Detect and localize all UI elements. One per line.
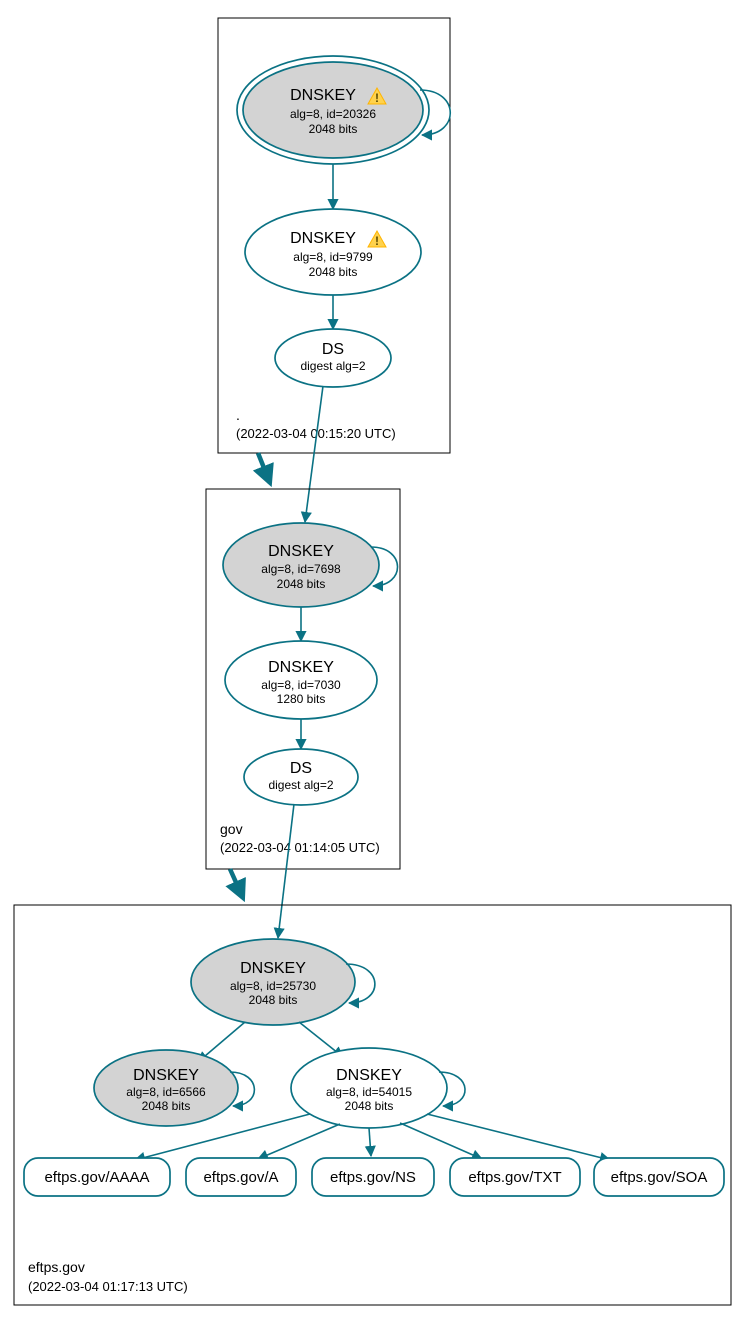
zone-eftps: eftps.gov (2022-03-04 01:17:13 UTC) DNSK… xyxy=(14,905,731,1305)
node-gov-zsk: DNSKEY alg=8, id=7030 1280 bits xyxy=(225,641,377,719)
gov-ds-alg: digest alg=2 xyxy=(268,778,333,792)
root-zsk-title: DNSKEY xyxy=(290,230,356,247)
root-ds-alg: digest alg=2 xyxy=(300,359,365,373)
edge-gov-to-eftps-delegation xyxy=(230,869,243,898)
zone-eftps-timestamp: (2022-03-04 01:17:13 UTC) xyxy=(28,1279,188,1294)
zone-gov-label: gov xyxy=(220,821,243,837)
rr-soa: eftps.gov/SOA xyxy=(594,1158,724,1196)
root-ksk-alg: alg=8, id=20326 xyxy=(290,107,376,121)
zone-gov: gov (2022-03-04 01:14:05 UTC) DNSKEY alg… xyxy=(206,489,400,869)
node-eftps-key-6566: DNSKEY alg=8, id=6566 2048 bits xyxy=(94,1050,238,1126)
gov-zsk-bits: 1280 bits xyxy=(277,692,326,706)
eftps-zsk-title: DNSKEY xyxy=(336,1067,402,1084)
svg-text:eftps.gov/TXT: eftps.gov/TXT xyxy=(468,1169,561,1186)
svg-text:eftps.gov/NS: eftps.gov/NS xyxy=(330,1169,416,1186)
zone-root: . (2022-03-04 00:15:20 UTC) DNSKEY ! alg… xyxy=(218,18,450,453)
eftps-6566-bits: 2048 bits xyxy=(142,1099,191,1113)
svg-text:DNSKEY: DNSKEY xyxy=(290,87,356,104)
rr-a: eftps.gov/A xyxy=(186,1158,296,1196)
svg-text:eftps.gov/AAAA: eftps.gov/AAAA xyxy=(44,1169,149,1186)
node-root-zsk: DNSKEY ! alg=8, id=9799 2048 bits xyxy=(245,209,421,295)
zone-gov-timestamp: (2022-03-04 01:14:05 UTC) xyxy=(220,840,380,855)
eftps-6566-title: DNSKEY xyxy=(133,1067,199,1084)
rr-txt: eftps.gov/TXT xyxy=(450,1158,580,1196)
svg-text:eftps.gov/SOA: eftps.gov/SOA xyxy=(611,1169,708,1186)
zone-root-label: . xyxy=(236,407,240,423)
rr-aaaa: eftps.gov/AAAA xyxy=(24,1158,170,1196)
root-ds-title: DS xyxy=(322,341,344,358)
svg-text:DNSKEY: DNSKEY xyxy=(290,230,356,247)
root-ksk-bits: 2048 bits xyxy=(309,122,358,136)
node-eftps-ksk: DNSKEY alg=8, id=25730 2048 bits xyxy=(191,939,355,1025)
edge-root-ds-to-gov-ksk xyxy=(305,386,323,522)
gov-ksk-bits: 2048 bits xyxy=(277,577,326,591)
eftps-ksk-bits: 2048 bits xyxy=(249,993,298,1007)
node-root-ksk: DNSKEY ! alg=8, id=20326 2048 bits xyxy=(237,56,429,164)
svg-text:!: ! xyxy=(375,234,379,248)
root-ksk-title: DNSKEY xyxy=(290,87,356,104)
svg-text:!: ! xyxy=(375,91,379,105)
rr-ns: eftps.gov/NS xyxy=(312,1158,434,1196)
root-zsk-bits: 2048 bits xyxy=(309,265,358,279)
root-zsk-alg: alg=8, id=9799 xyxy=(293,250,373,264)
edge-root-to-gov-delegation xyxy=(258,453,270,483)
gov-zsk-alg: alg=8, id=7030 xyxy=(261,678,341,692)
edge-gov-ds-to-eftps-ksk xyxy=(278,804,294,938)
svg-text:eftps.gov/A: eftps.gov/A xyxy=(203,1169,278,1186)
eftps-ksk-alg: alg=8, id=25730 xyxy=(230,979,316,993)
eftps-zsk-bits: 2048 bits xyxy=(345,1099,394,1113)
zone-eftps-label: eftps.gov xyxy=(28,1259,85,1275)
eftps-ksk-title: DNSKEY xyxy=(240,960,306,977)
node-root-ds: DS digest alg=2 xyxy=(275,329,391,387)
eftps-zsk-alg: alg=8, id=54015 xyxy=(326,1085,412,1099)
node-gov-ds: DS digest alg=2 xyxy=(244,749,358,805)
node-eftps-zsk: DNSKEY alg=8, id=54015 2048 bits xyxy=(291,1048,447,1128)
gov-ds-title: DS xyxy=(290,760,312,777)
gov-zsk-title: DNSKEY xyxy=(268,659,334,676)
gov-ksk-title: DNSKEY xyxy=(268,543,334,560)
gov-ksk-alg: alg=8, id=7698 xyxy=(261,562,341,576)
eftps-6566-alg: alg=8, id=6566 xyxy=(126,1085,206,1099)
node-gov-ksk: DNSKEY alg=8, id=7698 2048 bits xyxy=(223,523,379,607)
